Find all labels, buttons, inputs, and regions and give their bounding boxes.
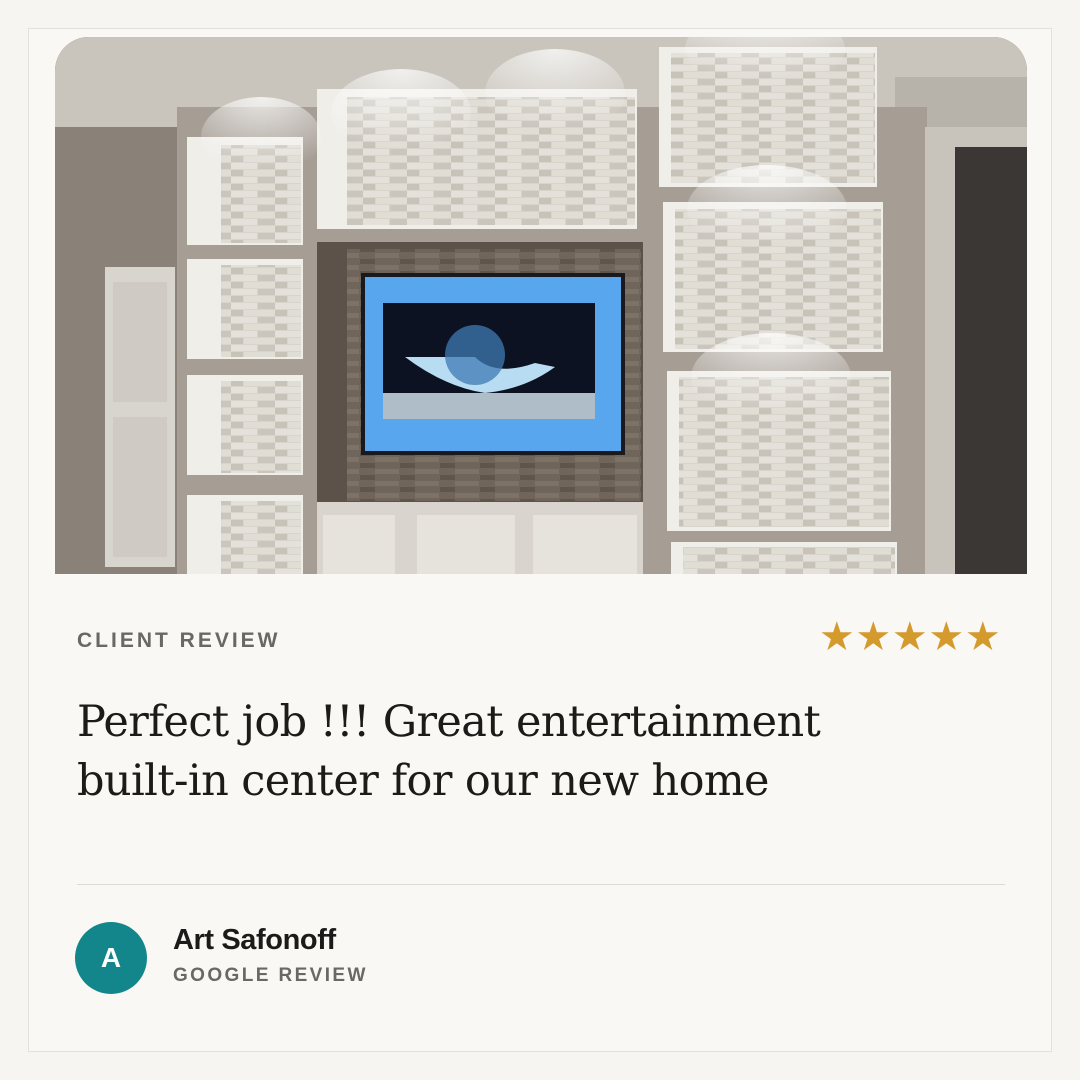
star-icon: ★ bbox=[964, 614, 1001, 660]
project-photo bbox=[55, 37, 1027, 574]
review-card: CLIENT REVIEW ★ ★ ★ ★ ★ Perfect job !!! … bbox=[28, 28, 1052, 1052]
divider bbox=[77, 884, 1005, 885]
star-icon: ★ bbox=[928, 614, 965, 660]
reviewer-name: Art Safonoff bbox=[173, 924, 336, 956]
star-rating: ★ ★ ★ ★ ★ bbox=[819, 617, 1002, 657]
star-icon: ★ bbox=[891, 614, 928, 660]
review-quote: Perfect job !!! Great entertainment buil… bbox=[77, 697, 821, 806]
review-source: GOOGLE REVIEW bbox=[173, 965, 368, 986]
star-icon: ★ bbox=[855, 614, 892, 660]
review-eyebrow-label: CLIENT REVIEW bbox=[77, 629, 281, 652]
star-icon: ★ bbox=[818, 614, 855, 660]
entertainment-center-image bbox=[55, 37, 1027, 574]
avatar: A bbox=[75, 922, 147, 994]
